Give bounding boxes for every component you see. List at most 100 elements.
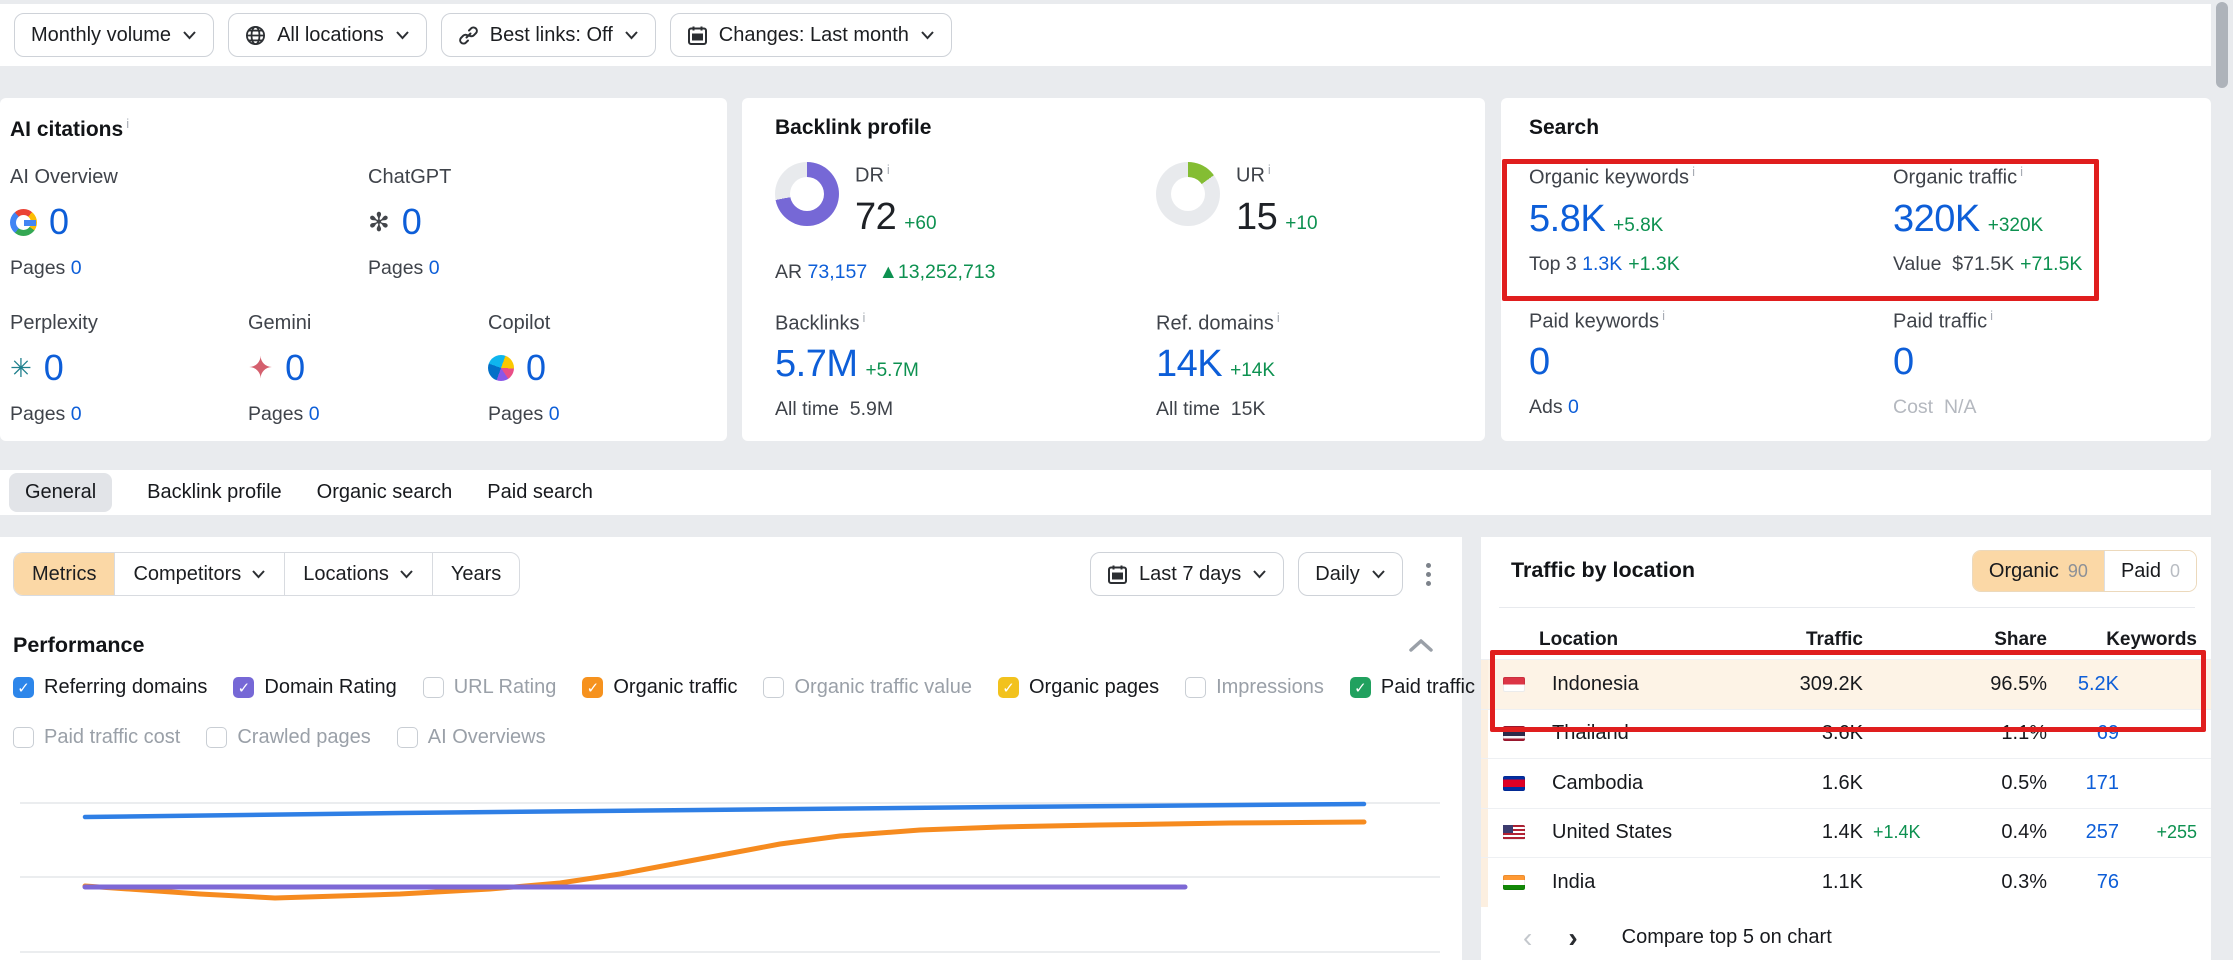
copilot-value[interactable]: 0 [526, 347, 546, 389]
gemini-icon: ✦ [248, 355, 273, 382]
organic-count: 90 [2068, 561, 2088, 582]
gemini-pages[interactable]: 0 [309, 403, 320, 425]
ai-overview-metric: AI Overview 0 Pages 0 [10, 166, 368, 280]
gemini-metric: Gemini ✦0 Pages 0 [248, 312, 488, 426]
performance-line-chart[interactable] [0, 770, 1462, 960]
chatgpt-value[interactable]: 0 [402, 201, 422, 243]
location-name: India [1552, 871, 1713, 894]
checkbox-icon [13, 727, 34, 748]
keywords-link[interactable]: 171 [2047, 772, 2119, 795]
ai-overview-label: AI Overview [10, 166, 368, 189]
india-flag-icon [1503, 875, 1525, 890]
ai-overview-pages[interactable]: 0 [71, 257, 82, 279]
col-keywords: Keywords [2047, 629, 2197, 651]
performance-section-title: Performance [13, 633, 144, 658]
segment-years[interactable]: Years [432, 553, 519, 595]
pagination-prev-icon[interactable]: ‹ [1523, 922, 1532, 954]
organic-keywords-value[interactable]: 5.8K [1529, 198, 1605, 240]
checkbox-organic-traffic[interactable]: Organic traffic [582, 676, 737, 699]
checkbox-ai-overviews[interactable]: AI Overviews [397, 726, 546, 749]
scrollbar-thumb[interactable] [2216, 2, 2228, 88]
segment-metrics[interactable]: Metrics [14, 553, 114, 595]
tab-organic-search[interactable]: Organic search [317, 481, 453, 504]
perplexity-pages[interactable]: 0 [71, 403, 82, 425]
tab-general[interactable]: General [9, 473, 112, 512]
table-row-indonesia[interactable]: Indonesia 309.2K 96.5% 5.2K [1481, 659, 2211, 709]
table-row-united-states[interactable]: United States 1.4K +1.4K 0.4% 257 +255 [1481, 808, 2211, 858]
best-links-label: Best links: Off [490, 24, 613, 47]
table-row-thailand[interactable]: Thailand 3.6K 1.1% 69 [1481, 709, 2211, 759]
keywords-link[interactable]: 5.2K [2047, 673, 2119, 696]
toggle-organic[interactable]: Organic90 [1973, 551, 2104, 591]
ai-overview-value[interactable]: 0 [49, 201, 69, 243]
organic-traffic-value[interactable]: 320K [1893, 198, 1980, 240]
dr-value: 72 [855, 196, 896, 238]
date-range-label: Last 7 days [1139, 563, 1241, 586]
paid-traffic-value[interactable]: 0 [1893, 341, 1914, 383]
col-traffic: Traffic [1713, 629, 1863, 651]
tab-backlink-profile[interactable]: Backlink profile [147, 481, 282, 504]
gemini-label: Gemini [248, 312, 488, 335]
table-row-cambodia[interactable]: Cambodia 1.6K 0.5% 171 [1481, 758, 2211, 808]
backlinks-value[interactable]: 5.7M [775, 343, 857, 385]
changes-filter[interactable]: Changes: Last month [670, 13, 952, 57]
section-tabs: General Backlink profile Organic search … [0, 470, 2211, 515]
chevron-down-icon [182, 30, 197, 40]
checkbox-paid-traffic[interactable]: Paid traffic [1350, 676, 1475, 699]
copilot-metric: Copilot 0 Pages 0 [488, 312, 560, 426]
info-icon: i [1268, 162, 1271, 177]
granularity-button[interactable]: Daily [1298, 552, 1402, 596]
chatgpt-pages[interactable]: 0 [429, 257, 440, 279]
checkbox-referring-domains[interactable]: Referring domains [13, 676, 207, 699]
pagination-next-icon[interactable]: › [1568, 922, 1577, 954]
compare-top5-button[interactable]: Compare top 5 on chart [1622, 926, 1832, 949]
table-row-india[interactable]: India 1.1K 0.3% 76 [1481, 857, 2211, 907]
date-range-button[interactable]: Last 7 days [1090, 552, 1284, 596]
backlinks-delta: +5.7M [865, 360, 918, 381]
tab-paid-search[interactable]: Paid search [487, 481, 593, 504]
checkbox-icon [998, 677, 1019, 698]
gemini-value[interactable]: 0 [285, 347, 305, 389]
top3-value[interactable]: 1.3K [1582, 253, 1622, 275]
perplexity-value[interactable]: 0 [44, 347, 64, 389]
organic-traffic-delta: +320K [1988, 215, 2043, 236]
organic-paid-toggle: Organic90 Paid0 [1972, 550, 2197, 592]
copilot-pages[interactable]: 0 [549, 403, 560, 425]
traffic-value-delta: +71.5K [2020, 253, 2082, 275]
checkbox-domain-rating[interactable]: Domain Rating [233, 676, 396, 699]
paid-keywords-value[interactable]: 0 [1529, 341, 1550, 383]
keywords-link[interactable]: 69 [2047, 722, 2119, 745]
chevron-down-icon [624, 30, 639, 40]
united-states-flag-icon [1503, 825, 1525, 840]
ar-label: AR [775, 261, 802, 283]
ref-domains-value[interactable]: 14K [1156, 343, 1222, 385]
ads-value[interactable]: 0 [1568, 396, 1579, 418]
checkbox-paid-traffic-cost[interactable]: Paid traffic cost [13, 726, 180, 749]
scrollbar-track[interactable] [2211, 0, 2233, 960]
checkbox-organic-pages[interactable]: Organic pages [998, 676, 1159, 699]
checkbox-crawled-pages[interactable]: Crawled pages [206, 726, 370, 749]
segment-competitors[interactable]: Competitors [114, 553, 284, 595]
thailand-flag-icon [1503, 726, 1525, 741]
collapse-chevron-up-icon[interactable] [1408, 637, 1434, 653]
top3-delta: +1.3K [1628, 253, 1680, 275]
best-links-filter[interactable]: Best links: Off [441, 13, 656, 57]
ar-value[interactable]: 73,157 [808, 261, 868, 283]
ur-metric: URi 15+10 [1156, 162, 1318, 284]
pages-label: Pages [10, 403, 65, 425]
monthly-volume-filter[interactable]: Monthly volume [14, 13, 214, 57]
locations-filter[interactable]: All locations [228, 13, 427, 57]
checkbox-impressions[interactable]: Impressions [1185, 676, 1324, 699]
toggle-paid[interactable]: Paid0 [2104, 551, 2196, 591]
checkbox-organic-traffic-value[interactable]: Organic traffic value [763, 676, 972, 699]
ref-domains-metric: Ref. domainsi 14K+14K All time 15K [1156, 310, 1280, 422]
pages-label: Pages [488, 403, 543, 425]
keywords-link[interactable]: 257 [2047, 821, 2119, 844]
segment-locations[interactable]: Locations [284, 553, 432, 595]
more-options-kebab-icon[interactable] [1417, 552, 1441, 596]
keywords-link[interactable]: 76 [2047, 871, 2119, 894]
share-value: 1.1% [1951, 722, 2047, 745]
dr-delta: +60 [904, 213, 936, 234]
metric-checkbox-row-1: Referring domains Domain Rating URL Rati… [13, 676, 1475, 699]
checkbox-url-rating[interactable]: URL Rating [423, 676, 557, 699]
